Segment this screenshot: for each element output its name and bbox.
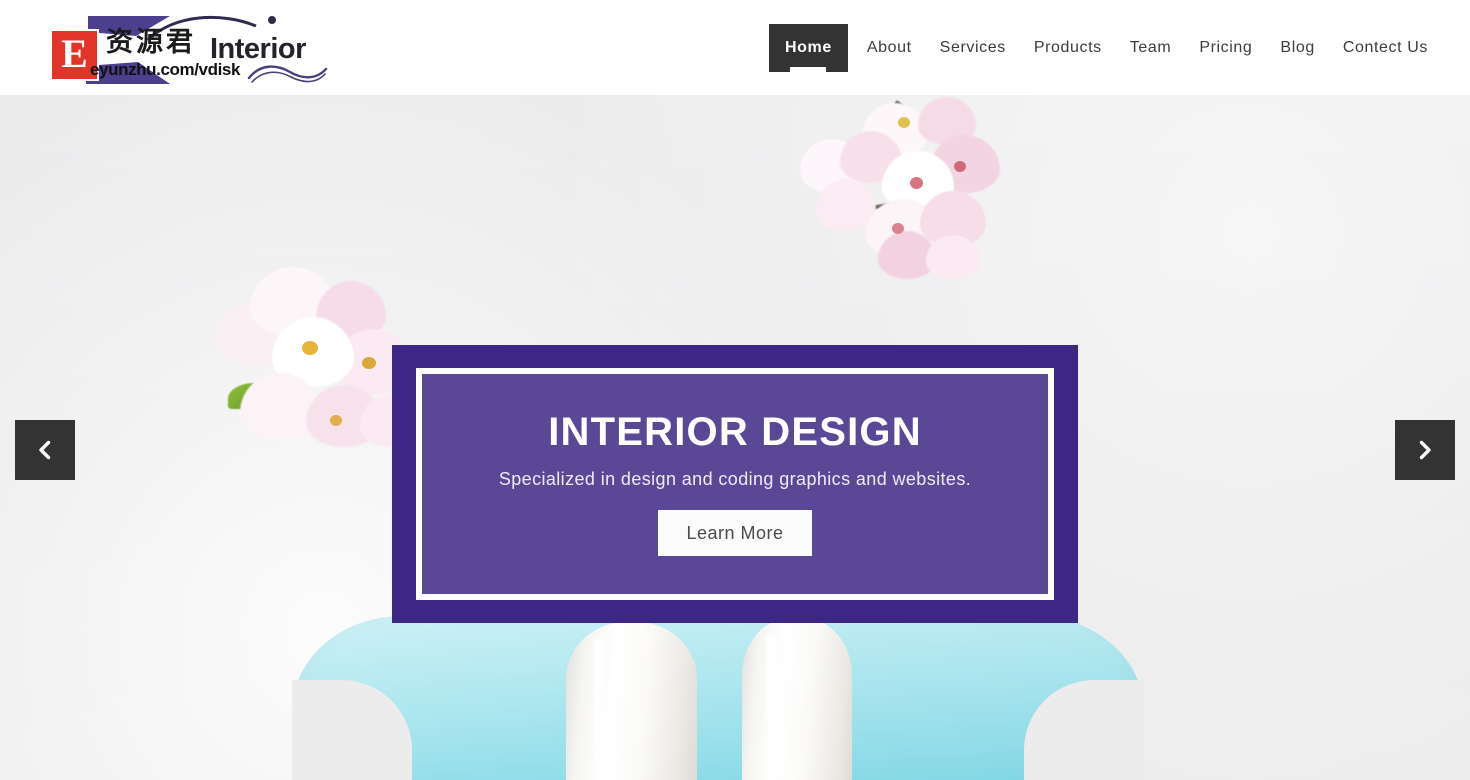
chevron-left-icon [39, 440, 51, 460]
carousel-next-button[interactable] [1395, 420, 1455, 480]
nav-item-blog[interactable]: Blog [1266, 39, 1328, 56]
vase-highlight [594, 637, 605, 780]
blossom-pistil [892, 223, 904, 234]
nav-item-services[interactable]: Services [926, 39, 1020, 56]
watermark-badge-letter: E [61, 30, 88, 76]
blossom-pistil [302, 341, 318, 355]
blossom-pistil [330, 415, 342, 426]
vase-highlight [766, 632, 777, 780]
nav-item-products[interactable]: Products [1020, 39, 1116, 56]
nav-item-contact-us[interactable]: Contect Us [1329, 39, 1442, 56]
blossom-petal [926, 235, 980, 279]
slide-content: INTERIOR DESIGN Specialized in design an… [422, 374, 1048, 594]
site-logo[interactable]: Interior E 资源君 eyunzhu.com/vdisk [24, 8, 328, 88]
slide-white-frame: INTERIOR DESIGN Specialized in design an… [416, 368, 1054, 600]
blossom-cluster-top [770, 95, 1020, 285]
site-header: Interior E 资源君 eyunzhu.com/vdisk Home Ab… [0, 0, 1470, 95]
slide-title: INTERIOR DESIGN [548, 410, 922, 454]
chair-photo-object [292, 616, 1144, 780]
hero-carousel: INTERIOR DESIGN Specialized in design an… [0, 95, 1470, 780]
chevron-right-icon [1419, 440, 1431, 460]
main-navigation: Home About Services Products Team Pricin… [764, 0, 1442, 95]
blossom-pistil [910, 177, 923, 189]
hero-slide-caption: INTERIOR DESIGN Specialized in design an… [392, 345, 1078, 623]
blossom-pistil [954, 161, 966, 172]
learn-more-button[interactable]: Learn More [658, 510, 812, 556]
watermark-stamp: E 资源君 eyunzhu.com/vdisk [24, 8, 324, 88]
nav-item-pricing[interactable]: Pricing [1185, 39, 1266, 56]
nav-item-about[interactable]: About [853, 39, 926, 56]
blossom-pistil [898, 117, 910, 128]
blossom-cluster-left [210, 245, 420, 447]
nav-item-team[interactable]: Team [1116, 39, 1186, 56]
vase-left-photo-object [566, 622, 697, 780]
vase-right-photo-object [742, 617, 852, 780]
nav-item-home[interactable]: Home [769, 23, 848, 72]
carousel-prev-button[interactable] [15, 420, 75, 480]
blossom-pistil [362, 357, 376, 369]
watermark-url-text: eyunzhu.com/vdisk [90, 60, 241, 79]
watermark-chinese-text: 资源君 [106, 27, 196, 58]
slide-subtitle: Specialized in design and coding graphic… [498, 469, 972, 489]
